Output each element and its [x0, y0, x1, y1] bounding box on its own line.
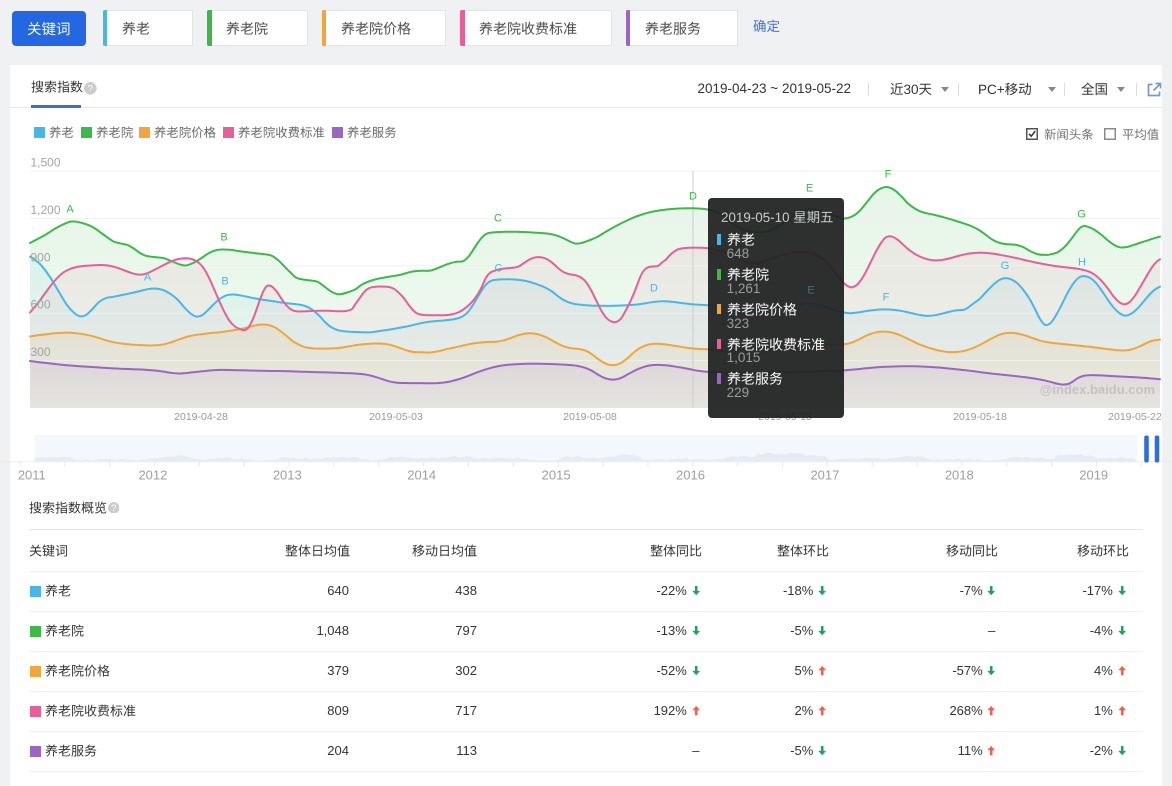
svg-text:2013: 2013 [273, 467, 302, 482]
svg-text:B: B [221, 276, 228, 288]
svg-text:E: E [806, 183, 813, 195]
svg-text:G: G [1001, 260, 1010, 272]
svg-text:D: D [650, 283, 658, 295]
svg-text:2016: 2016 [676, 467, 705, 482]
svg-text:B: B [220, 232, 227, 244]
svg-text:2014: 2014 [407, 467, 436, 482]
svg-text:A: A [66, 204, 74, 216]
svg-text:2015: 2015 [542, 467, 571, 482]
svg-text:C: C [494, 213, 502, 225]
svg-text:2018: 2018 [945, 467, 974, 482]
svg-text:?: ? [111, 503, 116, 514]
svg-text:2012: 2012 [138, 467, 167, 482]
svg-text:2019: 2019 [1079, 467, 1108, 482]
svg-text:C: C [495, 263, 503, 275]
svg-text:A: A [144, 272, 152, 284]
svg-text:E: E [807, 285, 814, 297]
svg-text:D: D [689, 191, 697, 203]
svg-text:F: F [885, 169, 892, 181]
svg-text:?: ? [88, 84, 93, 95]
svg-text:F: F [883, 292, 890, 304]
svg-text:H: H [1078, 257, 1086, 269]
svg-text:2011: 2011 [18, 467, 46, 482]
svg-text:G: G [1077, 209, 1086, 221]
svg-text:2017: 2017 [810, 467, 839, 482]
